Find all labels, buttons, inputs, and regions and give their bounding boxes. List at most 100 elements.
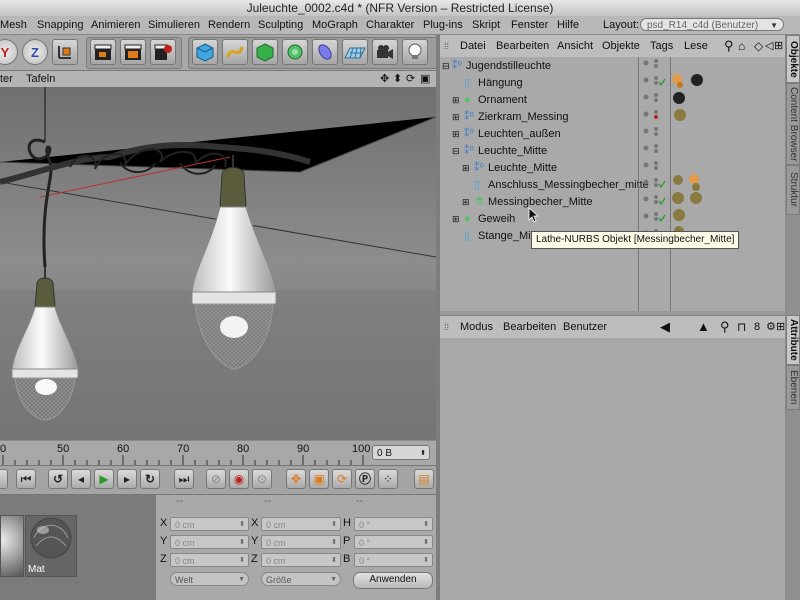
object-row[interactable]: ⊟ ⁑⁰ Leuchte_Mitte [440,143,640,159]
drag-handle-icon[interactable]: ⁞⁞ [444,316,449,338]
viewport-rotate-icon[interactable]: ⟳ [406,71,415,87]
viewport-maximize-icon[interactable]: ▣ [420,71,430,87]
current-frame-field[interactable]: 0 B ⬍ [372,445,430,460]
expand-icon[interactable]: ⊞ [452,92,460,108]
expand-icon[interactable]: ⊞ [462,160,470,176]
link-icon[interactable]: 8 [754,316,760,338]
attr-menu-benutzer[interactable]: Benutzer [563,316,607,338]
size-x-field[interactable]: 0 cm ⬍ [261,517,341,531]
attr-menu-modus[interactable]: Modus [460,316,493,338]
menu-skript[interactable]: Skript [472,16,500,34]
rot-p-field[interactable]: 0 ° ⬍ [354,535,433,549]
object-row[interactable]: ⊞ ⁑⁰ Leuchte_Mitte [440,160,640,176]
camera-button[interactable] [372,39,398,65]
nurbs-button[interactable] [252,39,278,65]
column-divider[interactable] [670,57,671,311]
render-picture-viewer-button[interactable] [120,39,146,65]
object-row[interactable]: ⊟ ⁑⁰ Jugendstilleuchte [440,58,640,74]
record-keys-button[interactable]: ⊘ [206,469,226,489]
size-z-field[interactable]: 0 cm ⬍ [261,553,341,567]
tab-content-browser[interactable]: Content Browser [786,83,800,165]
menu-plugins[interactable]: Plug-ins [423,16,463,34]
expand-icon[interactable]: ⊞ [452,211,460,227]
tab-struktur[interactable]: Struktur [786,165,800,215]
object-row[interactable]: ▯ Anschluss_Messingbecher_mitte [440,177,649,193]
collapse-icon[interactable]: ⊟ [442,58,450,74]
3d-viewport[interactable] [0,87,436,440]
om-menu-objekte[interactable]: Objekte [602,35,640,57]
environment-button[interactable] [342,39,368,65]
pos-y-field[interactable]: 0 cm ⬍ [170,535,249,549]
key-parameter-button[interactable]: Ⓟ [355,469,375,489]
collapse-icon[interactable]: ⊟ [452,143,460,159]
menu-snapping[interactable]: Snapping [37,16,84,34]
panel-splitter[interactable] [436,35,440,600]
viewport-menu-filter[interactable]: ter [0,71,13,87]
axis-y-button[interactable]: Y [0,39,18,65]
coordinate-mode-select[interactable]: Welt ▼ [170,572,249,586]
prev-key-button[interactable]: ↺ [48,469,68,489]
render-view-button[interactable] [90,39,116,65]
object-row[interactable]: ⊞ ● Geweih [440,211,640,227]
diamond-icon[interactable]: ◇ [754,35,763,57]
apply-button[interactable]: Anwenden [353,572,433,589]
key-position-button[interactable]: ✥ [286,469,306,489]
key-scale-button[interactable]: ▣ [309,469,329,489]
attr-menu-bearbeiten[interactable]: Bearbeiten [503,316,556,338]
render-settings-button[interactable] [150,39,176,65]
drag-handle-icon[interactable]: ⁞⁞ [444,35,449,57]
autokey-button[interactable]: ⊙ [252,469,272,489]
viewport-zoom-icon[interactable]: ⬍ [393,71,402,87]
menu-hilfe[interactable]: Hilfe [557,16,579,34]
menu-mograph[interactable]: MoGraph [312,16,358,34]
search-icon[interactable]: ⚲ [720,316,730,338]
key-pla-button[interactable]: ⁘ [378,469,398,489]
expand-icon[interactable]: ⊞ [452,126,460,142]
menu-animieren[interactable]: Animieren [91,16,141,34]
expand-icon[interactable]: ⊞ [462,194,470,210]
om-menu-bearbeiten[interactable]: Bearbeiten [496,35,549,57]
material-thumbnail-partial[interactable] [0,515,24,577]
record-button[interactable]: ◉ [229,469,249,489]
deformer-button[interactable] [312,39,338,65]
menu-rendern[interactable]: Rendern [208,16,250,34]
cube-button[interactable] [192,39,218,65]
tab-objekte[interactable]: Objekte [786,35,800,83]
coordinate-system-button[interactable] [52,39,78,65]
window-arrows-icon[interactable]: ◁ [765,35,773,57]
go-to-end-button[interactable]: ⏭ [174,469,194,489]
pos-x-field[interactable]: 0 cm ⬍ [170,517,249,531]
pos-z-field[interactable]: 0 cm ⬍ [170,553,249,567]
search-icon[interactable]: ⚲ [724,35,734,57]
menu-simulieren[interactable]: Simulieren [148,16,200,34]
step-back-button[interactable]: ◂ [71,469,91,489]
object-row[interactable]: ⊞ ⚗ Messingbecher_Mitte [440,194,640,210]
menu-mesh[interactable]: Mesh [0,16,27,34]
menu-sculpting[interactable]: Sculpting [258,16,303,34]
go-to-start-button[interactable]: ⏮ [16,469,36,489]
size-mode-select[interactable]: Größe ▼ [261,572,341,586]
play-button[interactable]: ▶ [94,469,114,489]
timeline-window-button[interactable]: ▤ [414,469,434,489]
settings-icon[interactable]: ⚙ [766,316,776,338]
up-arrow-icon[interactable]: ▲ [697,316,710,338]
new-window-icon[interactable]: ⊞ [774,35,783,57]
object-row[interactable]: ⊞ ● Ornament [440,92,640,108]
timeline-ruler[interactable]: 0 50 60 70 80 90 100 [0,441,436,466]
rot-h-field[interactable]: 0 ° ⬍ [354,517,433,531]
lock-icon[interactable]: ⊓ [737,316,746,338]
object-row[interactable]: ⊞ ⁑⁰ Zierkram_Messing [440,109,640,125]
step-forward-button[interactable]: ▸ [117,469,137,489]
tab-attribute[interactable]: Attribute [786,315,800,365]
om-menu-lesezeichen[interactable]: Lese [684,35,708,57]
axis-z-button[interactable]: Z [22,39,48,65]
column-divider[interactable] [638,57,639,311]
expand-icon[interactable]: ⊞ [452,109,460,125]
object-row[interactable]: ⊞ ⁑⁰ Leuchten_außen [440,126,640,142]
back-arrow-icon[interactable]: ◀ [660,316,670,338]
spline-button[interactable] [222,39,248,65]
om-menu-ansicht[interactable]: Ansicht [557,35,593,57]
material-thumbnail[interactable]: Mat [25,515,77,577]
viewport-menu-tafeln[interactable]: Tafeln [26,71,55,87]
rot-b-field[interactable]: 0 ° ⬍ [354,553,433,567]
